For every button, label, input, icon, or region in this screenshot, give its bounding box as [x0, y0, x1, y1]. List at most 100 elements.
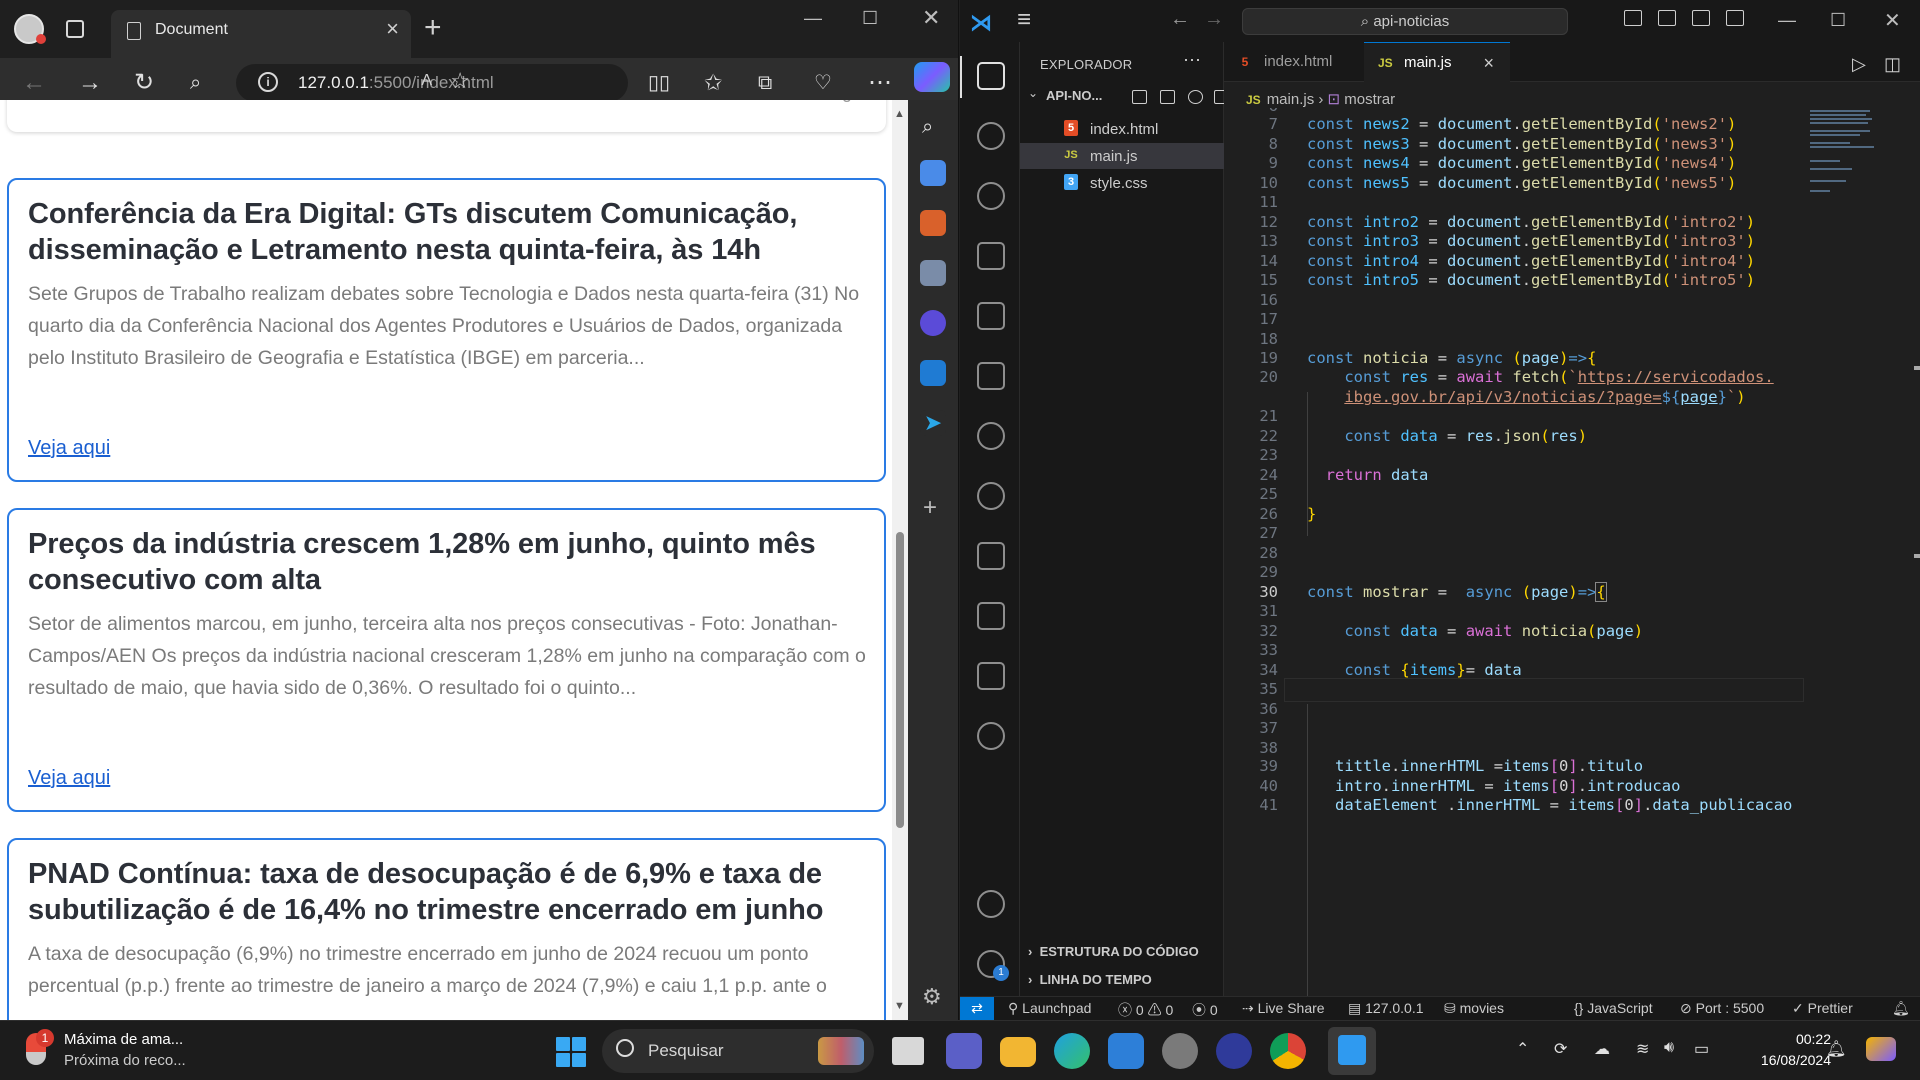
- live-share-icon[interactable]: [977, 482, 1005, 510]
- outline-section[interactable]: › ESTRUTURA DO CÓDIGO: [1028, 944, 1199, 959]
- news-link[interactable]: Veja aqui: [28, 767, 110, 790]
- nav-back-icon[interactable]: ←: [1170, 8, 1190, 31]
- vscode-close-icon[interactable]: ✕: [1884, 8, 1901, 33]
- vscode-maximize-icon[interactable]: ☐: [1830, 10, 1846, 31]
- run-debug-icon[interactable]: [977, 242, 1005, 270]
- favorites-icon[interactable]: ✩: [704, 68, 722, 98]
- database-icon[interactable]: [977, 542, 1005, 570]
- split-screen-icon[interactable]: ▯▯: [648, 68, 670, 98]
- explorer-icon[interactable]: [977, 62, 1005, 90]
- extensions-icon[interactable]: [977, 302, 1005, 330]
- new-tab-icon[interactable]: +: [424, 10, 442, 46]
- scroll-up-icon[interactable]: ▲: [894, 108, 905, 120]
- docker-icon[interactable]: [977, 662, 1005, 690]
- server-status[interactable]: ▤ 127.0.0.1: [1348, 1000, 1424, 1017]
- close-tab-icon[interactable]: ×: [386, 16, 399, 42]
- live-server-port[interactable]: ⊘ Port : 5500: [1680, 1000, 1764, 1017]
- store-icon[interactable]: [1108, 1033, 1144, 1069]
- send-icon[interactable]: ➤: [920, 410, 946, 436]
- back-icon[interactable]: ←: [22, 68, 46, 98]
- nav-forward-icon[interactable]: →: [1204, 8, 1224, 31]
- thunder-client-icon[interactable]: [977, 722, 1005, 750]
- prettier-status[interactable]: ✓ Prettier: [1792, 1000, 1853, 1017]
- file-item[interactable]: 5 index.html: [1020, 116, 1224, 142]
- start-button[interactable]: [556, 1037, 586, 1067]
- favorite-star-icon[interactable]: ☆: [450, 68, 470, 94]
- ports-status[interactable]: ⦿ 0: [1192, 1000, 1218, 1020]
- code-editor[interactable]: 6789101112131415161718192021222324252627…: [1224, 108, 1804, 1000]
- site-info-icon[interactable]: i: [258, 72, 278, 92]
- git-graph-icon[interactable]: [977, 422, 1005, 450]
- reload-icon[interactable]: ↻: [134, 68, 154, 98]
- page-scrollbar[interactable]: ▲ ▼: [892, 100, 908, 1020]
- notifications-bell-icon[interactable]: 🔔︎: [1892, 1000, 1910, 1017]
- outlook-icon[interactable]: [920, 360, 946, 386]
- file-item[interactable]: JS main.js: [1020, 143, 1224, 169]
- chrome-icon[interactable]: [1270, 1033, 1306, 1069]
- accounts-icon[interactable]: [977, 890, 1005, 918]
- more-menu-icon[interactable]: ⋯: [868, 68, 892, 98]
- clock-date[interactable]: 16/08/2024: [1749, 1052, 1831, 1068]
- add-sidebar-app-icon[interactable]: +: [923, 493, 937, 523]
- sync-icon[interactable]: ⟳: [1554, 1039, 1567, 1059]
- customize-layout-icon[interactable]: [1726, 10, 1744, 26]
- address-bar[interactable]: i 127.0.0.1:5500/index.html A ☆: [236, 64, 628, 102]
- notifications-bell-icon[interactable]: 🔔︎: [1826, 1039, 1846, 1059]
- toggle-secondary-sidebar-icon[interactable]: [1692, 10, 1710, 26]
- read-aloud-icon[interactable]: A: [421, 72, 432, 90]
- toggle-panel-icon[interactable]: [1658, 10, 1676, 26]
- run-icon[interactable]: ▷: [1852, 54, 1866, 75]
- sidebar-search-icon[interactable]: ⌕: [922, 112, 933, 142]
- sidebar-settings-icon[interactable]: ⚙: [922, 982, 942, 1012]
- tab-main-js[interactable]: JS main.js ×: [1364, 42, 1510, 82]
- browser-tab-document[interactable]: Document ×: [111, 10, 411, 58]
- teams-icon[interactable]: [946, 1033, 982, 1069]
- forward-icon[interactable]: →: [78, 68, 102, 98]
- edge-icon[interactable]: [1054, 1033, 1090, 1069]
- tab-actions-icon[interactable]: [66, 20, 84, 38]
- language-mode[interactable]: {} JavaScript: [1574, 1000, 1653, 1016]
- remote-explorer-icon[interactable]: [977, 362, 1005, 390]
- minimap[interactable]: [1808, 108, 1908, 228]
- minimize-icon[interactable]: —: [804, 8, 822, 29]
- explorer-more-icon[interactable]: ⋯: [1183, 50, 1201, 71]
- wifi-icon[interactable]: ≋: [1636, 1039, 1649, 1059]
- file-item[interactable]: 3 style.css: [1020, 170, 1224, 196]
- command-center-search[interactable]: ⌕ api-noticias: [1242, 8, 1568, 35]
- shopping-tag-icon[interactable]: [920, 160, 946, 186]
- profile-avatar[interactable]: [14, 14, 46, 44]
- volume-icon[interactable]: 🔊︎: [1664, 1039, 1674, 1057]
- close-window-icon[interactable]: ✕: [922, 5, 940, 31]
- layers-icon[interactable]: [977, 602, 1005, 630]
- menu-icon[interactable]: ≡: [1017, 6, 1031, 34]
- settings-icon[interactable]: [1162, 1033, 1198, 1069]
- games-icon[interactable]: [920, 260, 946, 286]
- maximize-icon[interactable]: ☐: [862, 8, 878, 29]
- search-icon[interactable]: [977, 122, 1005, 150]
- vscode-minimize-icon[interactable]: —: [1778, 10, 1796, 31]
- task-view-icon[interactable]: [892, 1037, 924, 1065]
- live-share-status[interactable]: ⇢ Live Share: [1242, 1000, 1325, 1017]
- show-hidden-icons[interactable]: ⌃: [1516, 1039, 1529, 1059]
- source-control-icon[interactable]: [977, 182, 1005, 210]
- copilot-icon[interactable]: [914, 62, 950, 92]
- launchpad-status[interactable]: ⚲ Launchpad: [1008, 1000, 1091, 1017]
- battery-icon[interactable]: ▭: [1694, 1039, 1709, 1059]
- new-folder-icon[interactable]: [1160, 90, 1175, 104]
- taskbar-search[interactable]: Pesquisar: [602, 1029, 874, 1073]
- search-icon[interactable]: ⌕: [190, 68, 201, 98]
- collections-icon[interactable]: ⧉: [758, 68, 772, 98]
- database-status[interactable]: ⛁ movies: [1444, 1000, 1504, 1017]
- breadcrumb[interactable]: JS main.js › ⊡ mostrar: [1246, 90, 1395, 108]
- file-explorer-icon[interactable]: [1000, 1037, 1036, 1067]
- clock-time[interactable]: 00:22: [1763, 1031, 1831, 1047]
- browser-essentials-icon[interactable]: ♡: [814, 68, 832, 98]
- onedrive-icon[interactable]: ☁: [1594, 1039, 1610, 1059]
- microsoft-365-icon[interactable]: [920, 310, 946, 336]
- news-link[interactable]: Veja aqui: [28, 437, 110, 460]
- copilot-icon[interactable]: [1866, 1037, 1896, 1061]
- tab-index-html[interactable]: 5 index.html: [1224, 42, 1364, 82]
- editor-scrollbar[interactable]: [1912, 108, 1920, 1000]
- tools-icon[interactable]: [920, 210, 946, 236]
- refresh-icon[interactable]: [1188, 90, 1203, 104]
